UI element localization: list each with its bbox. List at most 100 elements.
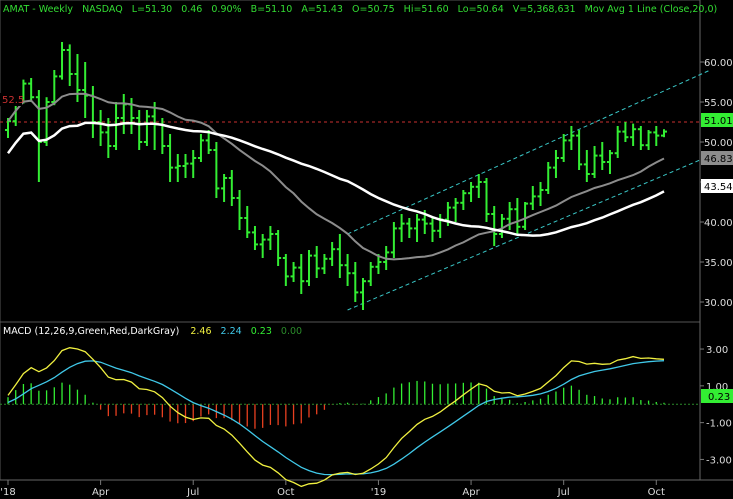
price-bar [568,126,575,150]
price-bar [460,190,467,210]
price-bar [167,134,174,182]
price-bar [190,150,197,178]
price-bar [66,44,73,86]
last-price-label: 51.01 [704,116,733,127]
price-bar [367,262,374,286]
time-tick-label: Oct [277,487,294,498]
price-bar [560,134,567,162]
price-tick-label: 60.00 [704,58,733,69]
price-bar [120,94,127,134]
price-bar [491,206,498,246]
price-bar [498,214,505,238]
symbol: AMAT [3,4,29,15]
price-bar [545,162,552,194]
price-bar [244,206,251,238]
price-bar [437,214,444,238]
macd-histogram [7,380,665,429]
price-bar [59,42,66,80]
price-bar [251,226,258,250]
price-bar [197,134,204,162]
price-bar [51,70,58,106]
time-tick-label: Apr [92,487,110,498]
open-value: O=50.75 [352,4,395,15]
ma-gray-label: 46.83 [704,154,733,165]
ma-white-label: 43.54 [704,182,733,193]
price-bar [182,154,189,178]
price-bar [35,90,42,182]
trend-channel [347,69,711,311]
price-bar [645,130,652,150]
price-bar [390,222,397,258]
price-bar [143,110,150,146]
zero-value: 0.00 [281,326,302,337]
channel-upper-line [347,69,711,235]
price-bar [329,242,336,266]
price-bar [429,218,436,242]
price-bar [614,126,621,158]
price-bar [82,62,89,118]
price-bar [576,130,583,170]
price-header: AMAT - Weekly NASDAQ L=51.30 0.46 0.90% … [3,4,717,15]
macd-tick-label: -1.00 [706,419,732,430]
price-bar [522,202,529,230]
price-bar [221,174,228,202]
macd-study-label: MACD (12,26,9,Green,Red,DarkGray) [3,326,179,337]
macd-line [7,347,665,488]
bid-value: B=51.10 [251,4,293,15]
price-bar [305,250,312,286]
price-bar [630,123,637,146]
price-bar [28,78,35,102]
price-tick-label: 55.00 [704,98,733,109]
macd-signal-line [7,360,665,476]
period: Weekly [39,4,74,15]
time-tick-label: '18 [0,487,15,498]
ask-value: A=51.43 [301,4,343,15]
exchange: NASDAQ [82,4,123,15]
price-bar [483,178,490,222]
price-bar [606,150,613,174]
price-bar [213,142,220,198]
price-bar [136,110,143,150]
price-bar [321,254,328,274]
macd-hist-label: 0.23 [708,392,730,403]
study-label: Mov Avg 1 Line (Close,20,0) [585,4,718,15]
price-bar [259,234,266,258]
price-bar [475,174,482,198]
macd-y-axis: -3.00-1.001.003.00 [700,345,732,466]
macd-hist-badge: 0.23 [701,389,733,403]
price-tick-label: 40.00 [704,218,733,229]
price-bar [174,154,181,182]
price-tick-label: 50.00 [704,138,733,149]
price-bar [97,110,104,146]
price-bar [298,254,305,294]
price-bar [352,262,359,302]
price-bar [599,142,606,170]
price-bar [282,254,289,286]
last-price-badge: 51.01 [701,113,733,127]
price-bar [653,126,660,146]
time-tick-label: Jul [557,487,570,498]
chart-window: 30.0035.0040.0045.0050.0055.0060.00 -3.0… [0,0,733,499]
price-bar [313,246,320,278]
price-tick-label: 35.00 [704,258,733,269]
price-bar [406,218,413,238]
price-bar [637,126,644,150]
price-bar [89,86,96,138]
last-value: L=51.30 [132,4,172,15]
time-x-axis: '18 Apr Jul Oct '19 Apr Jul Oct [0,480,665,498]
ref-level-label: 52.5 [2,95,24,106]
ma-white-badge: 43.54 [701,179,733,193]
macd-tick-label: 3.00 [706,345,728,356]
time-tick-label: Apr [462,487,480,498]
stock-chart: 30.0035.0040.0045.0050.0055.0060.00 -3.0… [0,0,733,498]
price-bar [591,146,598,178]
price-tick-label: 30.00 [704,298,733,309]
price-bar [514,198,521,234]
price-bar [452,198,459,222]
change-pct: 0.90% [211,4,241,15]
macd-value: 2.46 [190,326,211,337]
macd-tick-label: -3.00 [706,455,732,466]
price-bar [344,254,351,286]
price-bar [414,214,421,242]
time-tick-label: '19 [371,487,386,498]
